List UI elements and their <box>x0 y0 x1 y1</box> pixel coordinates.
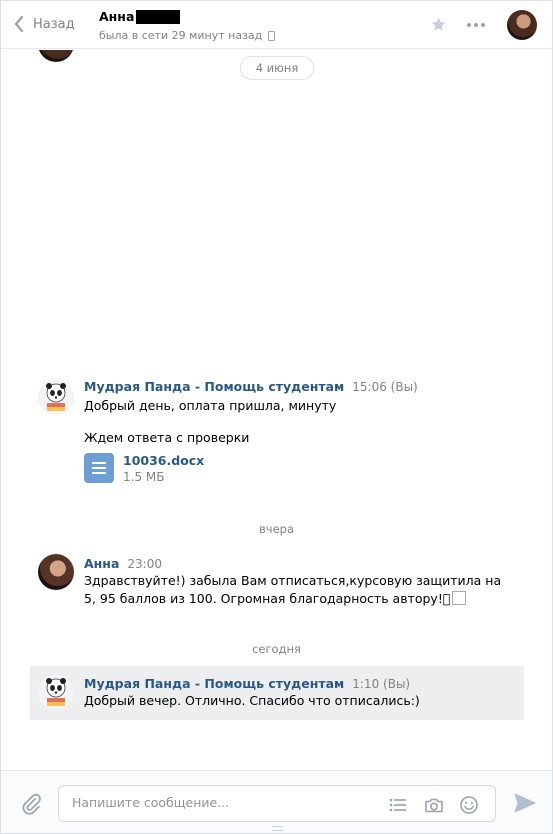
panda-avatar[interactable] <box>38 674 74 710</box>
peer-info[interactable]: Анна была в сети 29 минут назад <box>99 8 276 42</box>
panda-logo-icon <box>38 379 74 415</box>
panda-logo-icon <box>38 674 74 710</box>
message-text: Добрый день, оплата пришла, минуту <box>84 398 337 413</box>
author-name: Мудрая Панда - Помощь студентам <box>84 676 345 691</box>
message-time: 1:10 <box>352 677 380 691</box>
message-author[interactable]: Анна 23:00 <box>84 556 162 571</box>
redacted-surname <box>136 9 181 24</box>
message-text: Ждем ответа с проверки <box>84 430 250 445</box>
message-time: 15:06 <box>352 380 387 394</box>
message-item[interactable]: Мудрая Панда - Помощь студентам 15:06 (Вы… <box>30 373 524 491</box>
mobile-phone-icon <box>268 30 276 41</box>
anna-avatar[interactable] <box>38 554 74 590</box>
peer-name: Анна <box>99 9 135 24</box>
message-text-line: 5, 95 баллов из 100. Огромная благодарно… <box>84 589 467 609</box>
send-icon[interactable] <box>514 793 536 813</box>
templates-list-icon[interactable] <box>388 795 408 815</box>
chat-window: Назад Анна была в сети 29 минут назад 4 … <box>0 0 553 834</box>
date-separator: сегодня <box>252 642 301 656</box>
date-separator: вчера <box>259 522 294 536</box>
chevron-left-icon <box>14 15 24 33</box>
message-time: 23:00 <box>127 557 162 571</box>
message-author[interactable]: Мудрая Панда - Помощь студентам 15:06 (Вы… <box>84 379 418 394</box>
message-suffix: (Вы) <box>390 380 418 394</box>
more-options-icon[interactable] <box>467 23 485 27</box>
camera-icon[interactable] <box>424 795 444 815</box>
document-size: 1.5 МБ <box>123 470 165 484</box>
peer-status: была в сети 29 минут назад <box>99 29 276 42</box>
panda-avatar[interactable] <box>38 379 74 415</box>
message-input-box[interactable] <box>58 785 496 822</box>
message-text: Добрый вечер. Отлично. Спасибо что отпис… <box>84 693 420 708</box>
emoji-icon[interactable] <box>459 795 479 815</box>
message-input[interactable] <box>72 795 372 810</box>
date-pill[interactable]: 4 июня <box>240 56 314 80</box>
back-label: Назад <box>33 16 75 32</box>
back-button[interactable]: Назад <box>13 15 75 33</box>
author-name: Анна <box>84 556 120 571</box>
resize-grip-icon[interactable] <box>272 826 283 831</box>
document-attachment[interactable]: 10036.docx 1.5 МБ <box>84 453 204 484</box>
author-name: Мудрая Панда - Помощь студентам <box>84 379 345 394</box>
peer-avatar[interactable] <box>507 10 537 40</box>
broken-image-icon <box>452 591 467 605</box>
paperclip-icon[interactable] <box>20 793 42 815</box>
message-text: 5, 95 баллов из 100. Огромная благодарно… <box>84 591 451 606</box>
message-author[interactable]: Мудрая Панда - Помощь студентам 1:10 (Вы) <box>84 676 410 691</box>
message-item[interactable]: Анна 23:00 Здравствуйте!) забыла Вам отпи… <box>30 548 524 612</box>
avatar[interactable] <box>38 50 74 62</box>
message-history[interactable]: 4 июня Мудрая Панда - Помощь студентам 15… <box>1 50 552 769</box>
message-suffix: (Вы) <box>383 677 411 691</box>
message-item[interactable]: Мудрая Панда - Помощь студентам 1:10 (Вы)… <box>30 666 524 720</box>
chat-header: Назад Анна была в сети 29 минут назад <box>1 1 552 49</box>
star-icon[interactable] <box>430 16 447 33</box>
message-text: Здравствуйте!) забыла Вам отписаться,кур… <box>84 573 502 588</box>
peer-status-text: была в сети 29 минут назад <box>99 29 263 42</box>
document-icon <box>84 453 114 483</box>
message-composer <box>1 770 552 833</box>
document-name[interactable]: 10036.docx <box>123 453 204 468</box>
